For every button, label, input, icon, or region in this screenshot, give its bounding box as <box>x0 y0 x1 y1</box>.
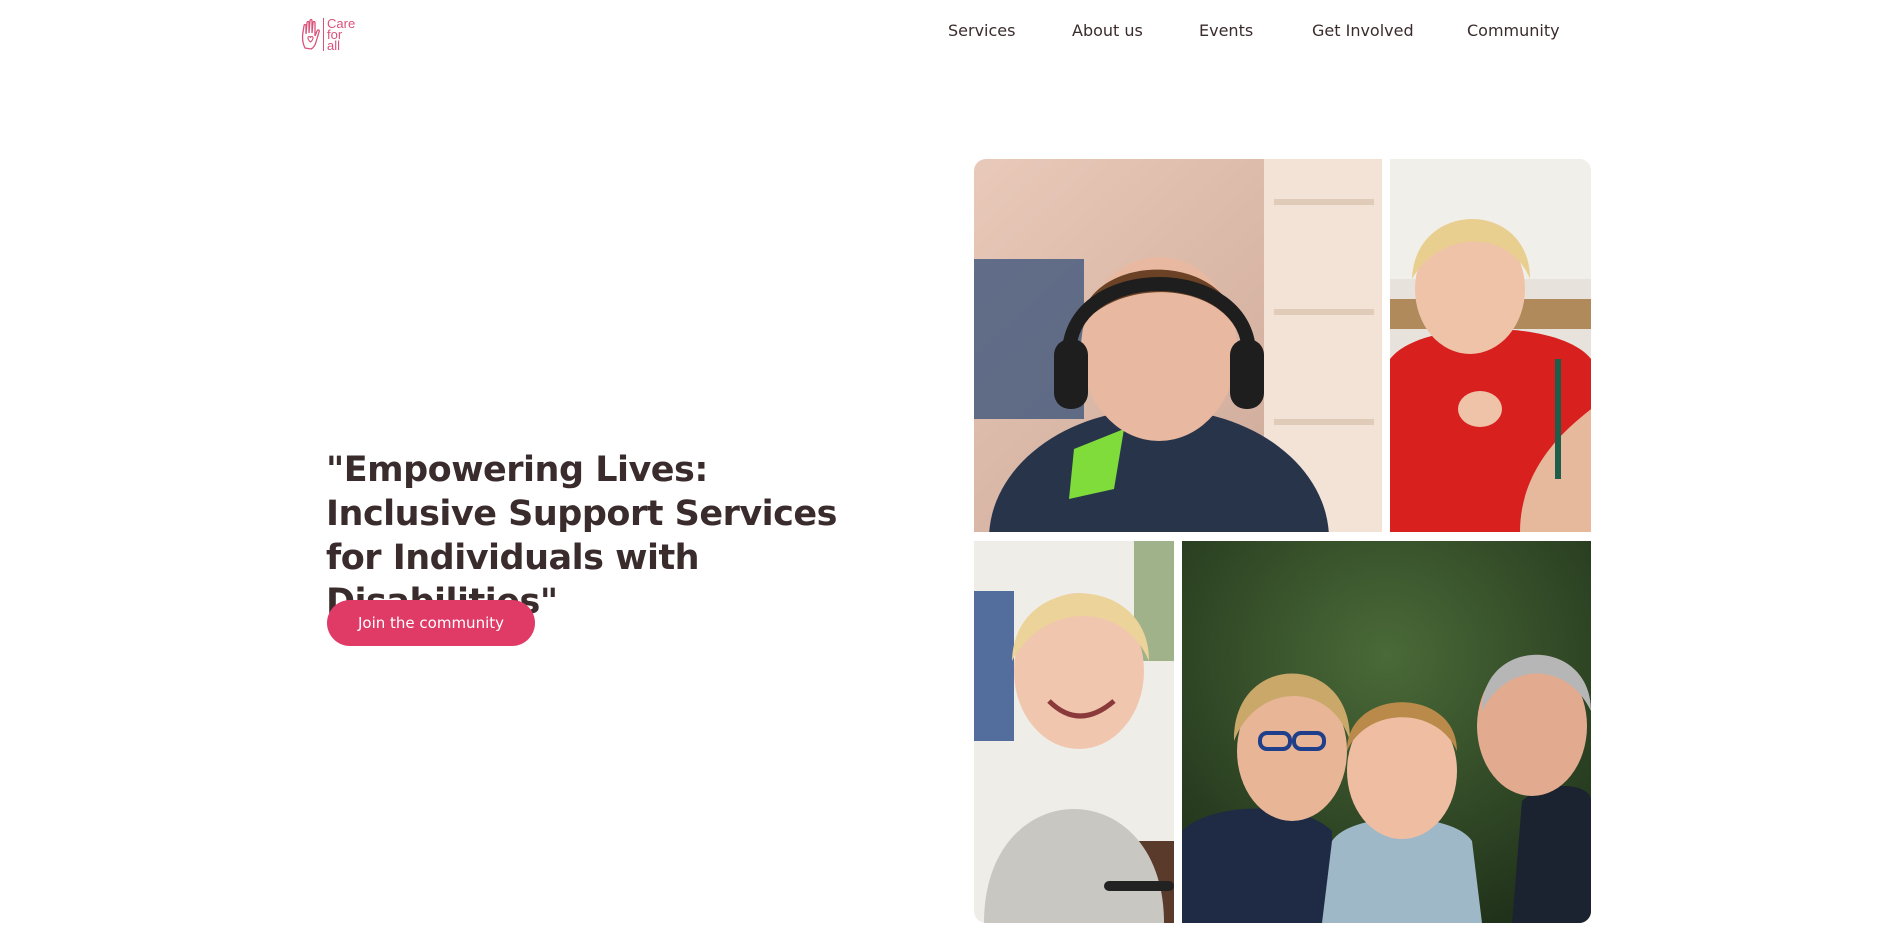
page: Care for all Services About us Events Ge… <box>0 0 1902 952</box>
photo-child-smiling <box>974 541 1174 923</box>
join-community-button[interactable]: Join the community <box>327 600 535 646</box>
nav-item-services[interactable]: Services <box>948 21 1015 40</box>
nav-item-events[interactable]: Events <box>1199 21 1253 40</box>
nav-item-about-us[interactable]: About us <box>1072 21 1143 40</box>
logo-wordmark: Care for all <box>323 17 355 52</box>
photo-child-headphones <box>974 159 1382 532</box>
logo[interactable]: Care for all <box>301 17 361 60</box>
nav-item-community[interactable]: Community <box>1467 21 1560 40</box>
photo-family-hug <box>1182 541 1591 923</box>
nav-item-get-involved[interactable]: Get Involved <box>1312 21 1414 40</box>
photo-child-red-shirt <box>1390 159 1591 532</box>
hero-title: "Empowering Lives: Inclusive Support Ser… <box>326 450 837 622</box>
hand-heart-icon <box>301 18 320 50</box>
